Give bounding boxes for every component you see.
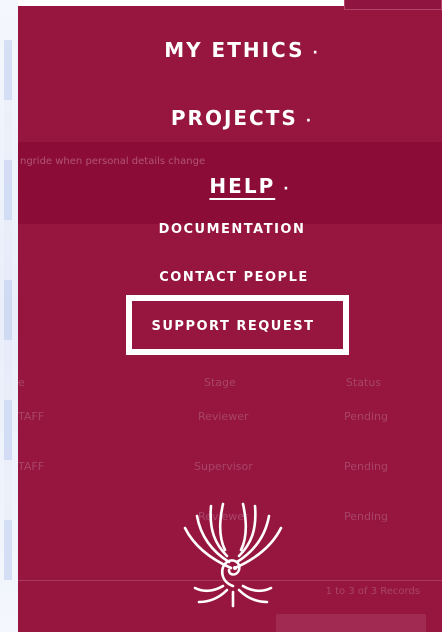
submenu-item-support-request[interactable]: SUPPORT REQUEST [21,319,442,334]
menu-item-label: PROJECTS [170,106,298,130]
menu-item-my-ethics[interactable]: MY ETHICS · [30,38,442,62]
dropdown-dot-icon: · [312,45,320,61]
submenu-item-documentation[interactable]: DOCUMENTATION [20,222,442,237]
table-cell: TAFF [18,460,45,473]
table-header-cell: Status [346,376,382,389]
submenu-item-label: SUPPORT REQUEST [151,319,315,334]
pagination-text: 1 to 3 of 3 Records [325,586,420,597]
search-box-edge [344,0,442,10]
table-cell: TAFF [18,410,45,423]
background-notice-text: ngride when personal details change [20,156,206,167]
background-page-edge [0,0,18,632]
table-cell: Supervisor [194,460,253,473]
dropdown-dot-icon: · [283,181,291,197]
dropdown-dot-icon: · [305,113,314,129]
table-header-cell: e [18,376,25,389]
navigation-overlay-menu: ngride when personal details change e St… [18,0,442,632]
menu-item-label: MY ETHICS [164,38,305,62]
phoenix-logo-icon [183,502,283,608]
submenu-item-contact-people[interactable]: CONTACT PEOPLE [22,270,442,285]
menu-item-projects[interactable]: PROJECTS · [30,106,442,130]
table-cell: Pending [344,460,388,473]
table-cell: Reviewer [198,410,249,423]
table-header-cell: Stage [204,376,236,389]
table-cell: Pending [344,410,388,423]
menu-item-help[interactable]: HELP · [38,174,442,198]
background-button [276,614,426,632]
table-cell: Pending [344,510,388,523]
submenu-item-label: DOCUMENTATION [158,222,306,237]
submenu-item-label: CONTACT PEOPLE [159,270,309,285]
menu-item-label: HELP [209,174,276,198]
